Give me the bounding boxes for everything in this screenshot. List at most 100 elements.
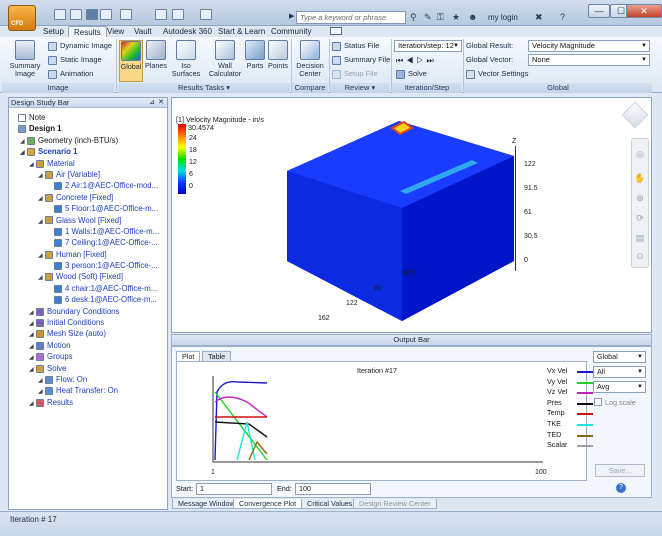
expand-toggle-icon[interactable]: ◢: [38, 171, 45, 182]
vector-settings-button[interactable]: Vector Settings: [466, 68, 528, 80]
tree-item[interactable]: 3 person:1@AEC-Office-...: [11, 260, 166, 271]
tree-item[interactable]: 4 chair:1@AEC-Office-m...: [11, 283, 166, 294]
parts-button[interactable]: Parts: [244, 40, 266, 70]
tree-item[interactable]: 5 Floor:1@AEC-Office-m...: [11, 203, 166, 214]
global-button[interactable]: Global: [119, 40, 143, 82]
global-result-select[interactable]: Velocity Magnitude ▼: [528, 40, 650, 52]
expand-toggle-icon[interactable]: ◢: [20, 148, 27, 159]
tree-item[interactable]: ◢ Motion: [11, 340, 166, 351]
star-icon[interactable]: ★: [452, 12, 460, 23]
tab-table[interactable]: Table: [202, 351, 232, 361]
graphics-viewport[interactable]: [1] Velocity Magnitude - in/s 30.4574 24…: [171, 97, 652, 333]
tree-item[interactable]: ◢ Concrete [Fixed]: [11, 192, 166, 203]
zoom-icon[interactable]: ⊕: [633, 193, 647, 205]
tree-item[interactable]: ◢ Initial Conditions: [11, 317, 166, 328]
search-input[interactable]: Type a keyword or phrase: [296, 11, 406, 24]
help-icon[interactable]: ?: [616, 483, 626, 493]
tab-critical-values[interactable]: Critical Values: [301, 499, 359, 509]
tree-item[interactable]: 1 Walls:1@AEC-Office-m...: [11, 226, 166, 237]
wall-calculator-button[interactable]: Wall Calculator: [207, 40, 243, 78]
monitor-icon[interactable]: [200, 9, 212, 20]
planes-button[interactable]: Planes: [145, 40, 167, 70]
login-label[interactable]: my login: [488, 13, 518, 22]
expand-toggle-icon[interactable]: ◢: [29, 365, 36, 376]
tree-item[interactable]: ◢ Boundary Conditions: [11, 306, 166, 317]
static-image-button[interactable]: Static Image: [48, 54, 102, 66]
close-button[interactable]: ✕: [626, 4, 662, 18]
global-scope-select[interactable]: Global ▼: [593, 351, 646, 363]
window-icon[interactable]: [120, 9, 132, 20]
minimize-button[interactable]: —: [588, 4, 610, 18]
tree-item[interactable]: Note: [11, 112, 166, 123]
user-icon[interactable]: ☻: [468, 12, 477, 22]
expand-toggle-icon[interactable]: ◢: [38, 251, 45, 262]
key-icon[interactable]: ⚿: [437, 12, 444, 23]
tree-item[interactable]: ◢ Heat Transfer: On: [11, 385, 166, 396]
tree-item[interactable]: 2 Air:1@AEC-Office-mod...: [11, 180, 166, 191]
tree-item[interactable]: 7 Ceiling:1@AEC-Office-...: [11, 237, 166, 248]
view-cube[interactable]: [621, 101, 649, 129]
tree-item[interactable]: ◢ Human [Fixed]: [11, 249, 166, 260]
tree-item[interactable]: 6 desk:1@AEC-Office-m...: [11, 294, 166, 305]
save-icon[interactable]: [86, 9, 98, 20]
expand-toggle-icon[interactable]: ◢: [29, 160, 36, 171]
tab-message-window[interactable]: Message Window: [172, 499, 241, 509]
tree-item[interactable]: ◢ Geometry (inch-BTU/s): [11, 135, 166, 146]
pan-icon[interactable]: ✋: [633, 173, 647, 185]
layout-icon[interactable]: [155, 9, 167, 20]
points-button[interactable]: Points: [266, 40, 290, 70]
expand-toggle-icon[interactable]: ◢: [38, 194, 45, 205]
open-file-icon[interactable]: [70, 9, 82, 20]
tab-start-learn[interactable]: Start & Learn: [213, 26, 270, 37]
tree-item[interactable]: ◢ Glass Wool [Fixed]: [11, 215, 166, 226]
exchange-icon[interactable]: ✖: [535, 12, 543, 23]
application-menu-button[interactable]: CFD: [8, 5, 36, 31]
avg-select[interactable]: Avg ▼: [593, 381, 646, 393]
expand-toggle-icon[interactable]: ◢: [38, 217, 45, 228]
tree-item[interactable]: ◢ Solve: [11, 363, 166, 374]
tab-community[interactable]: Community: [266, 26, 316, 37]
expand-toggle-icon[interactable]: ◢: [29, 399, 36, 410]
pin-icon[interactable]: ⊿: [149, 98, 155, 108]
log-scale-checkbox[interactable]: [594, 398, 602, 406]
setup-file-button[interactable]: Setup File: [332, 68, 378, 80]
summary-file-button[interactable]: Summary File: [332, 54, 390, 66]
status-file-button[interactable]: Status File: [332, 40, 379, 52]
tab-plot[interactable]: Plot: [176, 351, 201, 361]
tools-icon[interactable]: ✎: [424, 12, 432, 23]
end-input[interactable]: 100: [295, 483, 371, 495]
tree-item[interactable]: Design 1: [11, 123, 166, 134]
tree-item[interactable]: ◢ Material: [11, 158, 166, 169]
tree-item[interactable]: ◢ Groups: [11, 351, 166, 362]
tree-item[interactable]: ◢ Results: [11, 397, 166, 408]
save-all-icon[interactable]: [100, 9, 112, 20]
panel-toggle-icon[interactable]: [330, 27, 342, 35]
iteration-step-select[interactable]: Iteration/step: 12 ▼: [394, 40, 462, 52]
orbit-icon[interactable]: ⟳: [633, 213, 647, 225]
parts-scope-select[interactable]: All ▼: [593, 366, 646, 378]
tree-item[interactable]: ◢ Mesh Size (auto): [11, 328, 166, 339]
playback-controls[interactable]: ⏮◀▷⏭: [396, 56, 437, 66]
tab-autodesk-360[interactable]: Autodesk 360: [158, 26, 217, 37]
decision-center-button[interactable]: Decision Center: [293, 40, 327, 78]
look-icon[interactable]: ▤: [633, 233, 647, 245]
screenshot-icon[interactable]: [172, 9, 184, 20]
global-vector-select[interactable]: None ▼: [528, 54, 650, 66]
tab-setup[interactable]: Setup: [38, 26, 69, 37]
tab-design-review-center[interactable]: Design Review Center: [353, 499, 437, 509]
new-file-icon[interactable]: [54, 9, 66, 20]
tree-item[interactable]: ◢ Wood (Soft) [Fixed]: [11, 271, 166, 282]
dynamic-image-button[interactable]: Dynamic Image: [48, 40, 112, 52]
expand-arrow-icon[interactable]: ▶: [289, 12, 294, 20]
expand-toggle-icon[interactable]: ◢: [38, 273, 45, 284]
animation-button[interactable]: Animation: [48, 68, 93, 80]
tab-view[interactable]: View: [102, 26, 129, 37]
binoculars-icon[interactable]: ⚲: [410, 12, 417, 23]
tab-convergence-plot[interactable]: Convergence Plot: [233, 499, 303, 509]
save-button[interactable]: Save...: [595, 464, 645, 477]
steering-wheel-icon[interactable]: ◎: [633, 149, 647, 161]
start-input[interactable]: 1: [196, 483, 272, 495]
solve-button[interactable]: Solve: [396, 68, 427, 80]
iso-surfaces-button[interactable]: Iso Surfaces: [167, 40, 205, 78]
help-icon[interactable]: ?: [560, 12, 565, 22]
